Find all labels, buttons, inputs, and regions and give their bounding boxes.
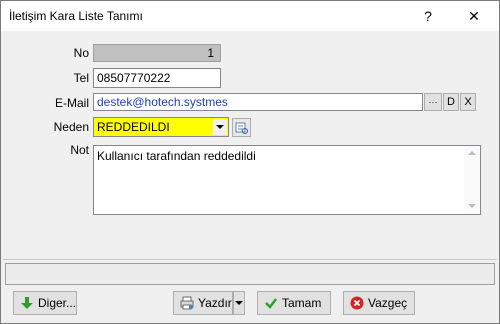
printer-icon <box>180 296 194 310</box>
email-field[interactable]: destek@hotech.systmes <box>93 93 423 111</box>
form-area: No 1 Tel 08507770222 E-Mail destek@hotec… <box>1 31 499 257</box>
separator <box>3 259 497 260</box>
tel-field[interactable]: 08507770222 <box>93 68 221 88</box>
not-label: Not <box>70 143 89 157</box>
help-button[interactable]: ? <box>415 5 441 27</box>
close-button[interactable]: ✕ <box>461 5 487 27</box>
neden-dropdown-button[interactable] <box>213 119 227 135</box>
green-down-arrow-icon <box>21 297 33 309</box>
email-x-button[interactable]: X <box>460 93 476 111</box>
yazdir-label: Yazdır <box>198 296 232 310</box>
not-text: Kullanıcı tarafından reddedildi <box>97 149 256 163</box>
tel-label: Tel <box>73 71 89 85</box>
dialog-window: İletişim Kara Liste Tanımı ? ✕ No 1 Tel … <box>0 0 500 324</box>
neden-select[interactable]: REDDEDILDI <box>93 117 229 137</box>
green-check-icon <box>265 298 277 309</box>
neden-select-value: REDDEDILDI <box>97 120 170 134</box>
yazdir-dropdown-button[interactable] <box>233 291 245 315</box>
neden-lookup-button[interactable] <box>232 118 251 137</box>
vazgec-button[interactable]: Vazgeç <box>343 291 415 315</box>
title-bar: İletişim Kara Liste Tanımı ? ✕ <box>1 1 499 31</box>
neden-label: Neden <box>53 120 89 134</box>
email-more-button[interactable]: ··· <box>424 93 442 111</box>
diger-button[interactable]: Diger... <box>13 291 77 315</box>
not-textarea[interactable]: Kullanıcı tarafından reddedildi <box>93 145 481 215</box>
chevron-down-icon <box>216 125 224 129</box>
window-title: İletişim Kara Liste Tanımı <box>9 9 143 23</box>
tamam-label: Tamam <box>282 296 322 310</box>
email-d-button[interactable]: D <box>443 93 459 111</box>
tamam-button[interactable]: Tamam <box>257 291 331 315</box>
status-bar <box>5 263 495 285</box>
diger-label: Diger... <box>38 296 77 310</box>
vazgec-label: Vazgeç <box>368 296 408 310</box>
scroll-arrows-icon <box>468 151 476 208</box>
yazdir-button[interactable]: Yazdır <box>173 291 233 315</box>
lookup-list-icon <box>235 122 248 134</box>
not-scrollbar[interactable] <box>464 146 480 214</box>
chevron-down-icon <box>235 301 243 305</box>
red-x-icon <box>350 296 364 310</box>
no-field: 1 <box>93 44 221 62</box>
no-label: No <box>73 46 89 60</box>
email-label: E-Mail <box>54 96 89 110</box>
